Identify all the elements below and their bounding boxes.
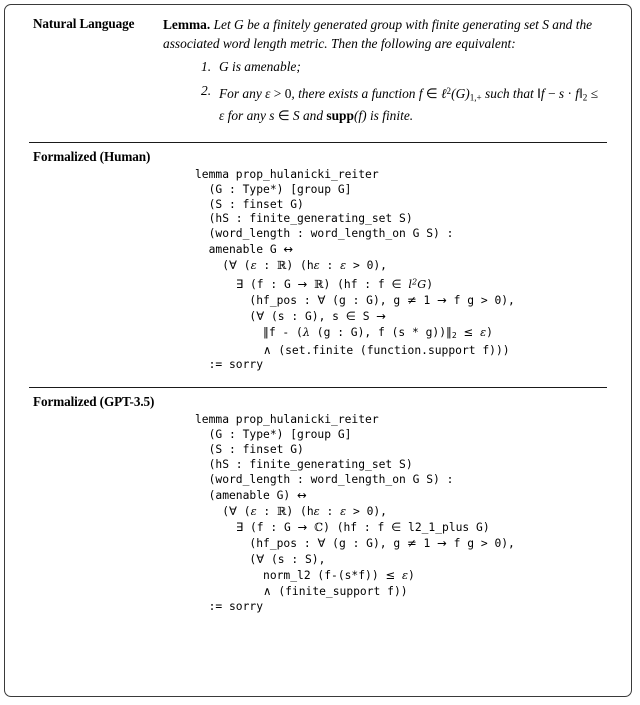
list-item: 2. For any ε > 0, there exists a functio… — [163, 82, 603, 126]
formalized-human-section: Formalized (Human) lemma prop_hulanicki_… — [5, 143, 631, 388]
code-line: (hS : finite_generating_set S) — [195, 212, 413, 226]
code-line: (S : finset G) — [195, 443, 304, 457]
lemma-statement: Lemma. Let G be a finitely generated gro… — [163, 17, 593, 51]
code-line: ∃ (f : G → ℂ) (hf : f ∈ l2_1_plus G) — [235, 520, 490, 535]
list-item-text: G is amenable; — [219, 59, 301, 75]
row-label-formalized-gpt: Formalized (GPT-3.5) — [33, 394, 155, 410]
code-line: ∃ (f : G → ℝ) (hf : f ∈ l2G) — [235, 276, 434, 291]
code-line: (hS : finite_generating_set S) — [195, 458, 413, 472]
code-line: lemma prop_hulanicki_reiter — [195, 167, 379, 181]
code-line: ‖f - (λ (g : G), f (s * g))‖2 ≤ ε) — [263, 324, 493, 340]
list-item-marker: 1. — [201, 59, 212, 75]
code-line: (∀ (ε : ℝ) (hε : ε > 0), — [195, 504, 387, 519]
code-line: amenable G ↔ — [195, 242, 294, 257]
lemma-lead: Lemma. — [163, 17, 211, 32]
list-item-text: For any ε > 0, there exists a function f… — [219, 85, 599, 124]
list-item-marker: 2. — [201, 82, 212, 98]
code-line: (∀ (s : G), s ∈ S → — [195, 308, 387, 323]
code-line: ∧ (set.finite (function.support f))) — [263, 342, 510, 357]
code-line: (word_length : word_length_on G S) : — [195, 227, 454, 241]
row-label-formalized-human: Formalized (Human) — [33, 148, 151, 164]
code-line: (G : Type*) [group G] — [195, 182, 352, 196]
code-block-gpt: lemma prop_hulanicki_reiter (G : Type*) … — [5, 413, 631, 614]
code-line: (S : finset G) — [195, 197, 304, 211]
code-block-human: lemma prop_hulanicki_reiter (G : Type*) … — [5, 168, 631, 374]
list-item: 1. G is amenable; — [163, 58, 603, 77]
code-line: := sorry — [195, 358, 264, 372]
code-line: lemma prop_hulanicki_reiter — [195, 413, 379, 427]
code-line: := sorry — [195, 599, 264, 613]
formalized-gpt-section: Formalized (GPT-3.5) lemma prop_hulanick… — [5, 388, 631, 626]
code-line: norm_l2 (f-(s*f)) ≤ ε) — [195, 567, 415, 582]
code-line: (∀ (s : S), — [195, 552, 326, 567]
code-line: (G : Type*) [group G] — [195, 428, 352, 442]
figure-container: Natural Language Lemma. Let G be a finit… — [4, 4, 632, 697]
equivalence-list: 1. G is amenable; 2. For any ε > 0, ther… — [163, 58, 603, 125]
code-line: (hf_pos : ∀ (g : G), g ≠ 1 → f g > 0), — [195, 536, 515, 551]
code-line: (word_length : word_length_on G S) : — [195, 473, 454, 487]
natural-language-section: Natural Language Lemma. Let G be a finit… — [5, 5, 631, 142]
code-line: ∧ (finite_support f)) — [263, 583, 408, 598]
code-line: (∀ (ε : ℝ) (hε : ε > 0), — [195, 258, 387, 273]
code-line: (hf_pos : ∀ (g : G), g ≠ 1 → f g > 0), — [195, 292, 515, 307]
natural-language-body: Lemma. Let G be a finitely generated gro… — [163, 16, 631, 126]
row-label-natural-language: Natural Language — [33, 16, 135, 31]
code-line: (amenable G) ↔ — [195, 488, 307, 503]
